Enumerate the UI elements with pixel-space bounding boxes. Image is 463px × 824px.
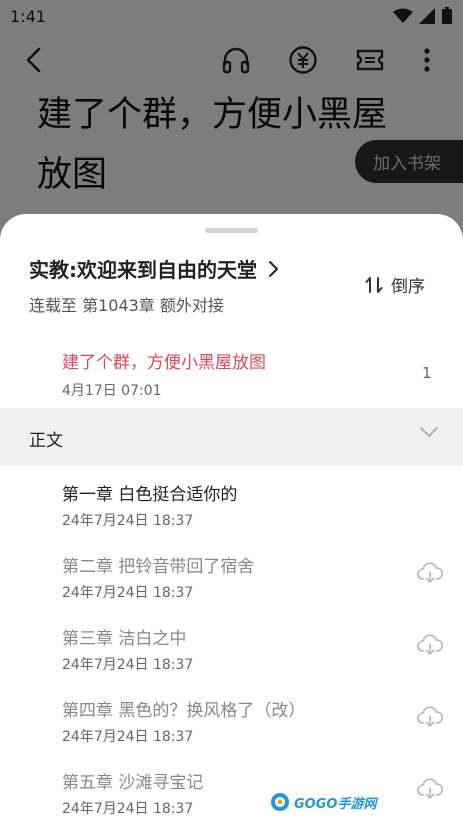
pinned-chapter-title: 建了个群，方便小黑屋放图 (62, 353, 266, 373)
sort-label: 倒序 (391, 277, 425, 297)
watermark-text: GOGO手游网 (294, 796, 377, 812)
chapter-date: 24年7月24日 18:37 (62, 513, 194, 529)
chevron-down-icon (420, 427, 438, 437)
reader-screen: 1:41 (0, 0, 463, 824)
chapter-row[interactable]: 第一章 白色挺合适你的 24年7月24日 18:37 (0, 480, 463, 552)
chapter-date: 24年7月24日 18:37 (62, 801, 194, 817)
cloud-download-icon[interactable] (417, 706, 443, 728)
pinned-chapter[interactable]: 建了个群，方便小黑屋放图 4月17日 07:01 (62, 348, 266, 400)
sort-arrows-icon (365, 276, 383, 293)
volume-header[interactable]: 正文 (0, 408, 463, 466)
chapter-row[interactable]: 第三章 洁白之中 24年7月24日 18:37 (0, 624, 463, 696)
chapter-title: 第二章 把铃音带回了宿舍 (62, 557, 255, 577)
chapter-title: 第一章 白色挺合适你的 (62, 485, 238, 505)
chapter-date: 24年7月24日 18:37 (62, 657, 194, 673)
pinned-count: 1 (422, 364, 432, 382)
chevron-right-icon (269, 260, 278, 277)
volume-label: 正文 (29, 431, 63, 451)
chapter-row[interactable]: 第五章 沙滩寻宝记 24年7月24日 18:37 (0, 768, 463, 824)
serial-status: 连载至 第1043章 额外对接 (29, 296, 224, 315)
chapter-row[interactable]: 第二章 把铃音带回了宿舍 24年7月24日 18:37 (0, 552, 463, 624)
watermark: GOGO手游网 (270, 792, 376, 812)
cloud-download-icon[interactable] (417, 778, 443, 800)
drag-handle[interactable] (205, 228, 258, 233)
watermark-logo-icon (271, 793, 289, 811)
catalog-sheet: 实教:欢迎来到自由的天堂 连载至 第1043章 额外对接 倒序 建了个群，方便小… (0, 214, 463, 824)
chapter-title: 第三章 洁白之中 (62, 629, 187, 649)
chapter-title: 第四章 黑色的？换风格了（改） (62, 701, 306, 721)
chapter-date: 24年7月24日 18:37 (62, 729, 194, 745)
sort-toggle-button[interactable]: 倒序 (365, 272, 425, 297)
book-title-link[interactable]: 实教:欢迎来到自由的天堂 (29, 254, 279, 283)
chapter-date: 24年7月24日 18:37 (62, 585, 194, 601)
chapter-row[interactable]: 第四章 黑色的？换风格了（改） 24年7月24日 18:37 (0, 696, 463, 768)
cloud-download-icon[interactable] (417, 634, 443, 656)
book-title: 实教:欢迎来到自由的天堂 (29, 258, 257, 282)
cloud-download-icon[interactable] (417, 562, 443, 584)
chapter-title: 第五章 沙滩寻宝记 (62, 773, 204, 793)
pinned-chapter-date: 4月17日 07:01 (62, 383, 162, 399)
